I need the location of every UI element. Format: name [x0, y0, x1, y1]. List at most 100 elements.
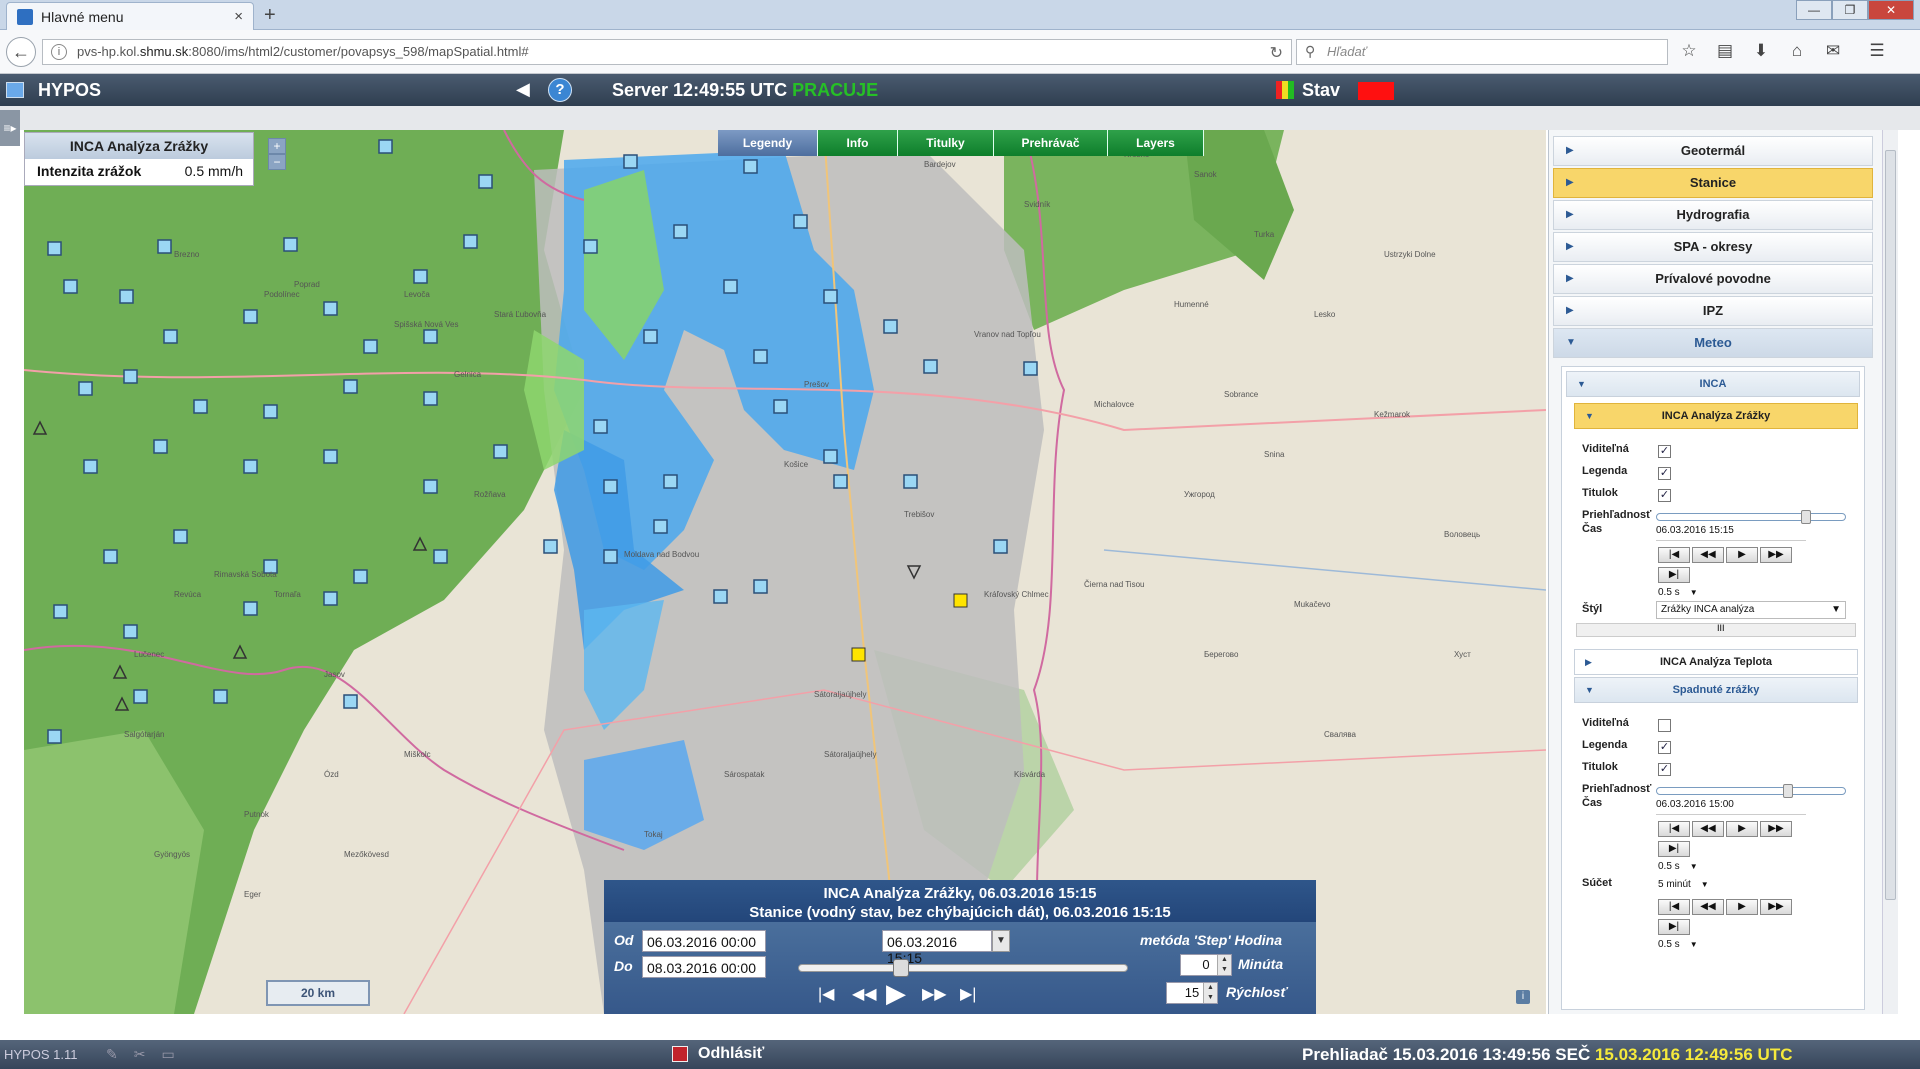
fast-forward-button[interactable]: ▶▶: [922, 984, 947, 1004]
home-icon[interactable]: ⌂: [1786, 40, 1808, 62]
layer-group-geotermal[interactable]: ▶ Geotermál: [1553, 136, 1873, 166]
reload-icon[interactable]: ↻: [1270, 43, 1283, 63]
zoom-out-button[interactable]: −: [268, 154, 286, 170]
od-date-input[interactable]: 06.03.2016 00:00: [642, 930, 766, 952]
time-slider[interactable]: [798, 959, 1128, 977]
fast-forward-button[interactable]: ▶▶: [1760, 547, 1792, 563]
bookmark-star-icon[interactable]: ☆: [1678, 40, 1700, 62]
time-slider-handle[interactable]: [893, 959, 910, 977]
rewind-button[interactable]: ◀◀: [852, 984, 877, 1004]
layer-group-label: SPA - okresy: [1673, 239, 1753, 254]
new-tab-button[interactable]: +: [264, 4, 276, 27]
last-frame-button[interactable]: ▶|: [1658, 841, 1690, 857]
legend-checkbox[interactable]: ✓: [1658, 741, 1671, 754]
zoom-in-button[interactable]: +: [268, 138, 286, 154]
logout-icon[interactable]: [672, 1046, 688, 1062]
opacity-slider-handle[interactable]: [1801, 510, 1811, 524]
side-panel-toggle-icon[interactable]: ≡▸: [0, 110, 20, 146]
help-icon[interactable]: ?: [548, 78, 572, 102]
play-button[interactable]: ▶: [1726, 547, 1758, 563]
title-checkbox[interactable]: ✓: [1658, 763, 1671, 776]
minimize-button[interactable]: —: [1796, 0, 1832, 20]
play-button[interactable]: ▶: [1726, 899, 1758, 915]
place-label: Svidník: [1024, 200, 1051, 209]
tab-close-icon[interactable]: ×: [234, 8, 243, 25]
browser-tab[interactable]: Hlavné menu ×: [6, 2, 254, 30]
browser-search-input[interactable]: ⚲ Hľadať: [1296, 39, 1668, 65]
last-frame-button[interactable]: ▶|: [1658, 919, 1690, 935]
last-frame-button[interactable]: ▶|: [1658, 567, 1690, 583]
fast-forward-button[interactable]: ▶▶: [1760, 821, 1792, 837]
tab-layers[interactable]: Layers: [1108, 130, 1204, 156]
logout-button[interactable]: Odhlásiť: [698, 1045, 764, 1063]
play-button[interactable]: ▶: [1726, 821, 1758, 837]
chat-icon[interactable]: ✉: [1822, 40, 1844, 62]
last-frame-button[interactable]: ▶|: [960, 984, 976, 1004]
tab-prehravac[interactable]: Prehrávač: [994, 130, 1108, 156]
download-icon[interactable]: ⬇: [1750, 40, 1772, 62]
fast-forward-button[interactable]: ▶▶: [1760, 899, 1792, 915]
minute-spinner[interactable]: 0 ▲ ▼: [1180, 954, 1232, 976]
opacity-slider-handle[interactable]: [1783, 784, 1793, 798]
place-label: Brezno: [174, 250, 200, 259]
first-frame-button[interactable]: |◀: [1658, 821, 1690, 837]
style-select[interactable]: Zrážky INCA analýza ▼: [1656, 601, 1846, 619]
inca-group-header[interactable]: ▼ INCA: [1566, 371, 1860, 397]
scrollbar-thumb[interactable]: [1885, 150, 1896, 900]
place-label: Salgótarján: [124, 730, 165, 739]
horizontal-scrollbar[interactable]: III: [1576, 623, 1856, 637]
first-frame-button[interactable]: |◀: [818, 984, 834, 1004]
address-bar[interactable]: i pvs-hp.kol.shmu.sk:8080/ims/html2/cust…: [42, 39, 1292, 65]
layer-inca-zrazky-header[interactable]: ▼ INCA Analýza Zrážky: [1574, 403, 1858, 429]
server-status: PRACUJE: [792, 80, 879, 100]
layer-group-ipz[interactable]: ▶ IPZ: [1553, 296, 1873, 326]
first-frame-button[interactable]: |◀: [1658, 547, 1690, 563]
player-title-line2: Stanice (vodný stav, bez chýbajúcich dát…: [749, 904, 1171, 921]
current-time-select[interactable]: 06.03.2016 15:15: [882, 930, 992, 966]
layer-group-privalove-povodne[interactable]: ▶ Prívalové povodne: [1553, 264, 1873, 294]
layer-group-stanice[interactable]: ▶ Stanice: [1553, 168, 1873, 198]
tab-legendy[interactable]: Legendy: [718, 130, 818, 156]
speed-spinner-arrows-icon[interactable]: ▲ ▼: [1203, 983, 1217, 1003]
map-info-icon[interactable]: i: [1516, 990, 1530, 1004]
visible-checkbox[interactable]: [1658, 719, 1671, 732]
close-window-button[interactable]: ✕: [1868, 0, 1914, 20]
browser-back-icon[interactable]: ←: [6, 37, 36, 67]
browser-toolbar-icons: ☆ ▤ ⬇ ⌂ ✉ ☰: [1678, 40, 1888, 62]
play-button[interactable]: ▶: [886, 978, 906, 1009]
stav-indicator[interactable]: [1358, 82, 1394, 100]
place-label: Tornaľa: [274, 590, 301, 599]
rewind-button[interactable]: ◀◀: [1692, 547, 1724, 563]
minute-spinner-arrows-icon[interactable]: ▲ ▼: [1217, 955, 1231, 975]
sum-select[interactable]: 5 minút ▼: [1658, 879, 1709, 895]
layer-spadnute-zrazky-header[interactable]: ▼ Spadnuté zrážky: [1574, 677, 1858, 703]
tab-info[interactable]: Info: [818, 130, 898, 156]
reading-list-icon[interactable]: ▤: [1714, 40, 1736, 62]
current-time-dropdown-icon[interactable]: ▼: [992, 930, 1010, 952]
speed-select[interactable]: 0.5 s ▼: [1658, 861, 1698, 877]
speed-select[interactable]: 0.5 s ▼: [1658, 939, 1698, 955]
rewind-button[interactable]: ◀◀: [1692, 899, 1724, 915]
do-date-input[interactable]: 08.03.2016 00:00: [642, 956, 766, 978]
opacity-slider[interactable]: [1656, 784, 1846, 798]
layer-group-hydrografia[interactable]: ▶ Hydrografia: [1553, 200, 1873, 230]
layer-group-meteo[interactable]: ▼ Meteo: [1553, 328, 1873, 358]
place-label: Trebišov: [904, 510, 935, 519]
maximize-button[interactable]: ❐: [1832, 0, 1868, 20]
style-label: Štýl: [1582, 603, 1603, 615]
layer-inca-teplota-header[interactable]: ▶ INCA Analýza Teplota: [1574, 649, 1858, 675]
legend-checkbox[interactable]: ✓: [1658, 467, 1671, 480]
speed-spinner[interactable]: 15 ▲ ▼: [1166, 982, 1218, 1004]
panel-vertical-scrollbar[interactable]: [1882, 130, 1898, 1014]
first-frame-button[interactable]: |◀: [1658, 899, 1690, 915]
visible-checkbox[interactable]: ✓: [1658, 445, 1671, 458]
title-checkbox[interactable]: ✓: [1658, 489, 1671, 502]
opacity-slider[interactable]: [1656, 510, 1846, 524]
menu-icon[interactable]: ☰: [1866, 40, 1888, 62]
back-arrow-icon[interactable]: ◀: [516, 79, 530, 100]
layer-group-label: Geotermál: [1680, 143, 1746, 158]
tab-titulky[interactable]: Titulky: [898, 130, 994, 156]
site-info-icon[interactable]: i: [51, 44, 67, 60]
layer-group-spa-okresy[interactable]: ▶ SPA - okresy: [1553, 232, 1873, 262]
rewind-button[interactable]: ◀◀: [1692, 821, 1724, 837]
